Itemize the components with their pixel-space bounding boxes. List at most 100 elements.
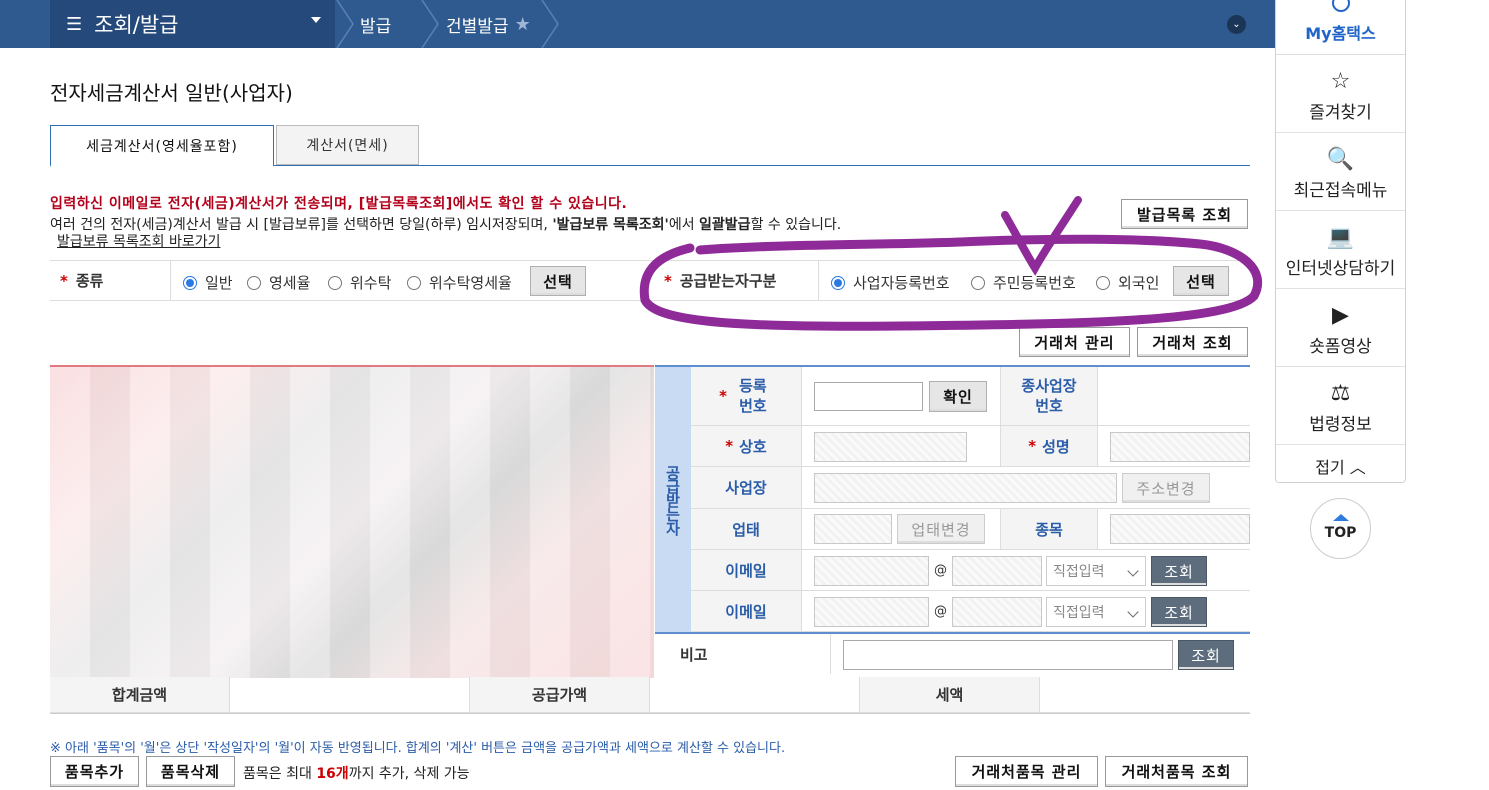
sub-biz-header: 종사업장번호 xyxy=(1001,367,1098,426)
chevron-down-icon xyxy=(1127,606,1139,618)
my-hometax-link[interactable]: My홈택스 xyxy=(1276,0,1405,55)
radio-checked-icon xyxy=(183,275,197,290)
notice-hold-text: 할 수 있습니다. xyxy=(750,217,842,233)
kind-radio-consign[interactable]: 위수탁 xyxy=(328,272,391,293)
scroll-top-button[interactable]: TOP xyxy=(1310,498,1371,559)
kind-label-text: 종류 xyxy=(75,272,104,290)
name-input[interactable] xyxy=(1110,432,1250,462)
email1-domain-select[interactable]: 직접입력 xyxy=(1046,556,1146,586)
reg-no-confirm-button[interactable]: 확인 xyxy=(929,381,987,412)
reg-no-input[interactable] xyxy=(814,382,923,411)
limit-text: 품목은 최대 xyxy=(243,766,317,782)
email-label: 이메일 xyxy=(725,561,767,580)
reg-no-label: 등록번호 xyxy=(739,377,767,415)
divider xyxy=(818,261,819,300)
kind-radio-consign-zero[interactable]: 위수탁영세율 xyxy=(407,272,512,293)
radio-checked-icon xyxy=(831,275,845,290)
tab-tax-invoice[interactable]: 세금계산서(영세율포함) xyxy=(50,125,274,167)
favorite-star-icon[interactable]: ★ xyxy=(515,14,531,35)
notice-hold-text: 에서 xyxy=(668,217,700,233)
sidebar-item-favorites[interactable]: ☆ 즐겨찾기 xyxy=(1276,55,1405,133)
tab-invoice-exempt[interactable]: 계산서(면세) xyxy=(276,125,419,165)
radio-label: 외국인 xyxy=(1118,274,1160,292)
sidebar-item-video[interactable]: ▶ 숏폼영상 xyxy=(1276,289,1405,367)
star-icon: ☆ xyxy=(1330,69,1351,94)
add-item-button[interactable]: 품목추가 xyxy=(50,756,139,787)
address-change-button[interactable]: 주소변경 xyxy=(1122,473,1210,503)
kind-select-button[interactable]: 선택 xyxy=(530,266,586,296)
sidebar-item-recent[interactable]: 🔍 최근접속메뉴 xyxy=(1276,133,1405,211)
issue-list-button[interactable]: 발급목록 조회 xyxy=(1121,199,1248,229)
sidebar-item-label: 인터넷상담하기 xyxy=(1285,259,1396,279)
chevron-down-icon xyxy=(1127,565,1139,577)
required-mark: * xyxy=(60,271,68,290)
recv-type-label-text: 공급받는자구분 xyxy=(679,272,777,290)
sub-biz-cell[interactable] xyxy=(1098,367,1250,426)
radio-label: 사업자등록번호 xyxy=(853,274,950,292)
biz-type-input[interactable] xyxy=(814,514,892,544)
sidebar-item-consult[interactable]: 💻 인터넷상담하기 xyxy=(1276,211,1405,289)
sidebar-item-law[interactable]: ⚖ 법령정보 xyxy=(1276,367,1405,445)
user-icon xyxy=(1332,0,1350,12)
recv-radio-resident[interactable]: 주민등록번호 xyxy=(971,272,1076,293)
kind-radio-general[interactable]: 일반 xyxy=(183,272,233,293)
supply-header: 공급가액 xyxy=(470,677,650,713)
partner-item-search-button[interactable]: 거래처품목 조회 xyxy=(1105,756,1248,787)
breadcrumb-single-issue[interactable]: 건별발급 ★ xyxy=(446,0,531,48)
select-value: 직접입력 xyxy=(1053,564,1105,580)
sidebar-item-label: 최근접속메뉴 xyxy=(1293,181,1388,201)
delete-item-button[interactable]: 품목삭제 xyxy=(146,756,235,787)
partner-item-manage-button[interactable]: 거래처품목 관리 xyxy=(955,756,1098,787)
recent-menu-icon: 🔍 xyxy=(1326,147,1355,172)
top-label: TOP xyxy=(1324,525,1357,541)
required-mark: * xyxy=(725,437,734,455)
tax-value xyxy=(1040,677,1250,713)
name-label: 성명 xyxy=(1042,437,1070,456)
company-header: * 상호 xyxy=(691,426,802,467)
tab-label: 계산서(면세) xyxy=(306,138,389,154)
table-bottom-border xyxy=(655,632,1250,634)
email2-domain-select[interactable]: 직접입력 xyxy=(1046,597,1146,627)
radio-icon xyxy=(1096,275,1110,290)
email1-id-input[interactable] xyxy=(814,556,929,586)
menu-label: 조회/발급 xyxy=(94,13,179,37)
remark-search-button[interactable]: 조회 xyxy=(1178,640,1234,670)
email1-header: 이메일 xyxy=(691,550,802,591)
menu-dropdown[interactable]: ☰ 조회/발급 xyxy=(50,0,335,48)
required-mark: * xyxy=(664,271,672,290)
kind-radio-zero-rate[interactable]: 영세율 xyxy=(247,272,310,293)
email2-id-input[interactable] xyxy=(814,597,929,627)
notice-hold-bold: '발급보류 목록조회' xyxy=(552,217,669,233)
breadcrumb-issue[interactable]: 발급 xyxy=(360,0,391,48)
company-input[interactable] xyxy=(814,432,967,462)
item-input[interactable] xyxy=(1110,514,1250,544)
address-input[interactable] xyxy=(814,473,1117,503)
biz-type-header: 업태 xyxy=(691,509,802,550)
sidebar-item-label: 법령정보 xyxy=(1309,415,1372,435)
recv-radio-bizno[interactable]: 사업자등록번호 xyxy=(831,272,950,293)
recv-type-select-button[interactable]: 선택 xyxy=(1173,266,1229,296)
sum-header: 합계금액 xyxy=(50,677,230,713)
remark-input[interactable] xyxy=(843,640,1173,670)
sidebar-item-label: 숏폼영상 xyxy=(1309,337,1372,357)
chevron-down-icon[interactable]: ⌄ xyxy=(1227,15,1246,34)
radio-icon xyxy=(247,275,261,290)
item-label: 종목 xyxy=(1035,520,1063,539)
divider xyxy=(170,261,171,300)
email2-search-button[interactable]: 조회 xyxy=(1151,597,1207,627)
radio-label: 주민등록번호 xyxy=(993,274,1076,292)
partner-search-button[interactable]: 거래처 조회 xyxy=(1137,327,1248,357)
hold-list-link[interactable]: 발급보류 목록조회 바로가기 xyxy=(57,231,220,251)
partner-manage-button[interactable]: 거래처 관리 xyxy=(1019,327,1130,357)
breadcrumb-issue-label: 발급 xyxy=(360,16,392,37)
kind-row: * 종류 일반 영세율 위수탁 위수탁영세율 선택 * 공급받는자구분 사업자등록번… xyxy=(50,260,1250,301)
biz-type-change-button[interactable]: 업태변경 xyxy=(897,514,985,544)
email1-domain-input[interactable] xyxy=(952,556,1042,586)
breadcrumb-separator-icon xyxy=(336,0,354,48)
required-mark: * xyxy=(1028,437,1037,455)
email2-domain-input[interactable] xyxy=(952,597,1042,627)
email1-search-button[interactable]: 조회 xyxy=(1151,556,1207,586)
recv-radio-foreigner[interactable]: 외국인 xyxy=(1096,272,1159,293)
biz-type-label: 업태 xyxy=(732,520,760,539)
sidebar-fold-button[interactable]: 접기 ︿ xyxy=(1276,445,1405,483)
